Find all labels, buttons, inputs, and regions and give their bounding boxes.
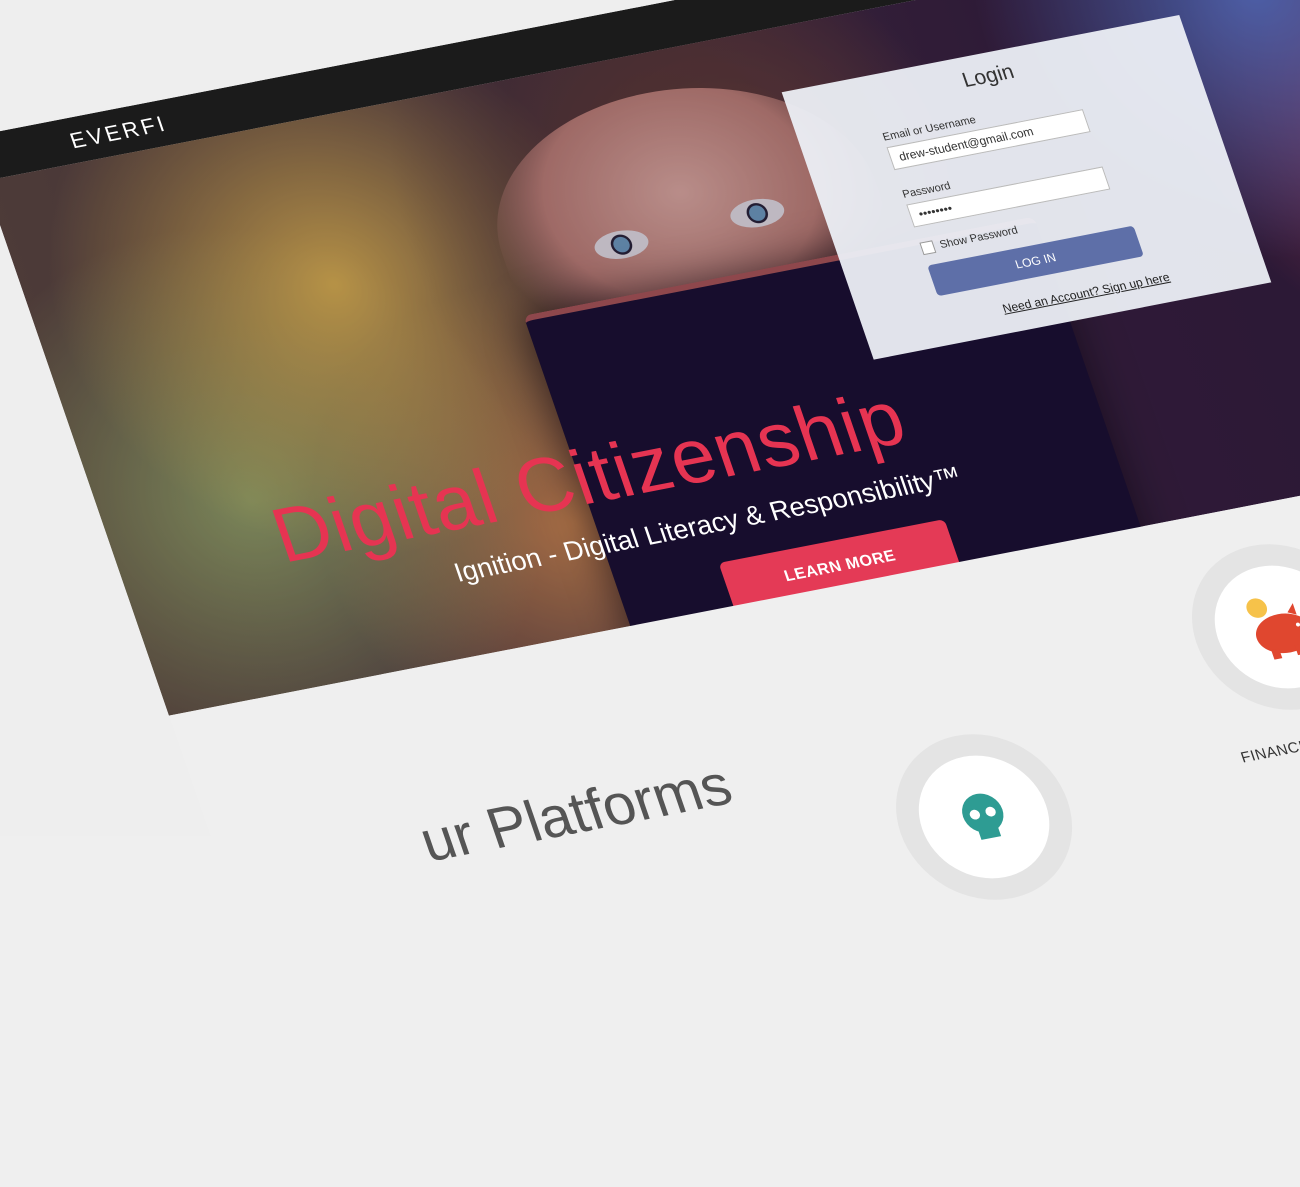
password-field[interactable]	[906, 166, 1111, 228]
piggy-bank-icon	[1246, 598, 1300, 660]
tile-inner	[1197, 554, 1300, 700]
show-password-label: Show Password	[938, 224, 1020, 251]
tile-inner	[901, 744, 1067, 890]
email-field[interactable]	[886, 109, 1091, 171]
platforms-heading: ur Platforms	[411, 752, 740, 875]
website-screen: EVERFI Digital Citizenship Ignition - Di…	[0, 0, 1300, 1187]
financial-literacy-label: FINANCIAL LITERACY	[1238, 719, 1300, 767]
financial-literacy-tile[interactable]	[1168, 529, 1300, 725]
platform-tile[interactable]	[872, 719, 1096, 915]
skull-icon	[962, 793, 1004, 840]
show-password-checkbox[interactable]	[919, 240, 937, 256]
